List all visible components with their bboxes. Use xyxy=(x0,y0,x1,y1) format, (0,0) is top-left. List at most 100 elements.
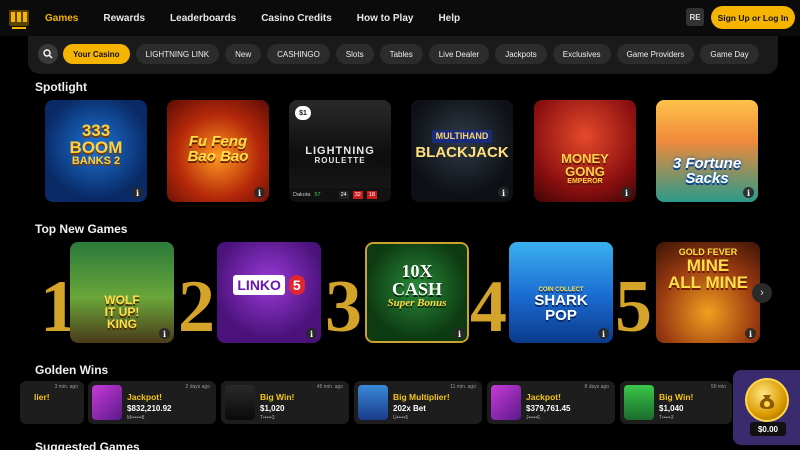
win-card[interactable]: 11 min. ago Big Multiplier! 202x Bet U••… xyxy=(354,381,482,424)
game-tile-3-fortune-sacks[interactable]: 3 Fortune Sacks i xyxy=(656,100,758,202)
win-title: Jackpot! xyxy=(526,392,561,402)
nav-casino-credits[interactable]: Casino Credits xyxy=(261,13,332,24)
game-tile-money-gong-emperor[interactable]: MONEY GONG EMPEROR i xyxy=(534,100,636,202)
nav-rewards[interactable]: Rewards xyxy=(103,13,145,24)
tile-text: LINKO xyxy=(233,275,285,295)
win-game-thumbnail xyxy=(358,385,388,420)
win-user: T•••••3 xyxy=(260,415,275,421)
win-time: 50 min xyxy=(710,384,726,390)
info-icon[interactable]: i xyxy=(598,328,609,339)
tile-text: BLACKJACK xyxy=(415,144,509,161)
win-title: Big Multiplier! xyxy=(393,392,450,402)
game-tile-10x-cash-super-bonus[interactable]: 10X CASH Super Bonus i xyxy=(365,242,469,343)
win-card[interactable]: 46 min. ago Big Win! $1,020 T•••••3 xyxy=(221,381,349,424)
tile-text: EMPEROR xyxy=(567,178,603,185)
tile-text: Fu Feng xyxy=(188,133,248,150)
tile-text: 10X xyxy=(401,261,433,281)
chip-game-day[interactable]: Game Day xyxy=(700,44,759,64)
win-time: 11 min. ago xyxy=(450,384,476,390)
win-game-thumbnail xyxy=(225,385,255,420)
chip-jackpots[interactable]: Jackpots xyxy=(495,44,547,64)
tile-text: CASH xyxy=(391,279,442,299)
info-icon[interactable]: i xyxy=(254,187,265,198)
live-info-strip: Dakota 57 24 32 18 xyxy=(289,188,391,202)
player-count: 57 xyxy=(314,192,321,198)
game-tile-333-boom-banks-2[interactable]: 333 BOOM BANKS 2 i xyxy=(45,100,147,202)
tile-text: MINE xyxy=(686,256,730,275)
result-number: 32 xyxy=(352,191,363,199)
tile-text: Super Bonus xyxy=(387,297,447,309)
game-tile-linko-5[interactable]: LINKO 5 i xyxy=(217,242,321,343)
chip-game-providers[interactable]: Game Providers xyxy=(616,44,695,64)
top-nav: Games Rewards Leaderboards Casino Credit… xyxy=(0,0,800,36)
search-button[interactable] xyxy=(38,44,58,64)
game-tile-multihand-blackjack[interactable]: MULTIHAND BLACKJACK i xyxy=(411,100,513,202)
win-card[interactable]: 8 days ago Jackpot! $379,761.45 J•••••6 xyxy=(487,381,615,424)
win-card[interactable]: 3 min. ago lier! xyxy=(20,381,84,424)
chip-cashingo[interactable]: CASHINGO xyxy=(267,44,330,64)
win-title: lier! xyxy=(34,392,50,402)
chip-your-casino[interactable]: Your Casino xyxy=(63,44,130,64)
tile-text: GONG xyxy=(565,164,605,179)
win-amount: $1,020 xyxy=(260,404,285,413)
info-icon[interactable]: i xyxy=(454,328,465,339)
tile-text: 333 xyxy=(81,121,111,140)
tile-text: Bao Bao xyxy=(187,148,249,165)
nav-leaderboards[interactable]: Leaderboards xyxy=(170,13,236,24)
tile-text: MULTIHAND xyxy=(431,130,493,143)
win-title: Big Win! xyxy=(659,392,694,402)
wallet-widget[interactable]: $0.00 xyxy=(733,370,800,445)
game-tile-wolf-it-up-king[interactable]: WOLF IT UP! KING i xyxy=(70,242,174,343)
tile-text: 3 Fortune xyxy=(672,155,742,172)
spotlight-title: Spotlight xyxy=(35,80,87,94)
golden-wins-title: Golden Wins xyxy=(35,363,109,377)
signup-login-button[interactable]: Sign Up or Log In xyxy=(711,6,795,29)
win-game-thumbnail xyxy=(491,385,521,420)
chip-live-dealer[interactable]: Live Dealer xyxy=(428,44,490,64)
tile-text: BANKS 2 xyxy=(71,155,121,167)
win-user: U•••••5 xyxy=(393,415,409,421)
win-user: J•••••6 xyxy=(526,415,541,421)
tile-text: ROULETTE xyxy=(314,156,366,165)
info-icon[interactable]: i xyxy=(621,187,632,198)
search-icon xyxy=(43,49,53,59)
chevron-right-icon: › xyxy=(760,287,764,299)
chip-exclusives[interactable]: Exclusives xyxy=(552,44,611,64)
chip-new[interactable]: New xyxy=(225,44,262,64)
carousel-next-button[interactable]: › xyxy=(752,283,772,303)
info-icon[interactable]: i xyxy=(306,328,317,339)
suggested-games-title: Suggested Games xyxy=(35,440,140,450)
win-time: 8 days ago xyxy=(584,384,609,390)
info-icon[interactable]: i xyxy=(498,187,509,198)
info-icon[interactable]: i xyxy=(132,187,143,198)
nav-how-to-play[interactable]: How to Play xyxy=(357,13,414,24)
win-time: 3 min. ago xyxy=(54,384,78,390)
info-icon[interactable]: i xyxy=(159,328,170,339)
coin-bag-icon xyxy=(745,378,789,422)
tile-text: KING xyxy=(107,317,137,331)
game-tile-lightning-roulette[interactable]: $1 LIGHTNING ROULETTE Dakota 57 24 32 18 xyxy=(289,100,391,202)
tile-text: BOOM xyxy=(69,138,123,157)
game-tile-gold-fever-mine-all-mine[interactable]: GOLD FEVER MINE ALL MINE i xyxy=(656,242,760,343)
win-card[interactable]: 2 days ago Jackpot! $832,210.92 M••••••8 xyxy=(88,381,216,424)
win-amount: $832,210.92 xyxy=(127,404,172,413)
top-new-games-title: Top New Games xyxy=(35,222,128,236)
chip-tables[interactable]: Tables xyxy=(379,44,423,64)
info-icon[interactable]: i xyxy=(745,328,756,339)
game-tile-fu-feng-bao-bao[interactable]: Fu Feng Bao Bao i xyxy=(167,100,269,202)
logo-icon[interactable] xyxy=(8,7,30,31)
tile-text: 5 xyxy=(288,275,305,295)
win-time: 46 min. ago xyxy=(316,384,343,390)
nav-games[interactable]: Games xyxy=(45,13,78,24)
tile-text: ALL MINE xyxy=(668,273,748,292)
result-number: 18 xyxy=(366,191,377,199)
game-tile-shark-pop[interactable]: COIN COLLECT SHARK POP i xyxy=(509,242,613,343)
chip-slots[interactable]: Slots xyxy=(335,44,374,64)
info-icon[interactable]: i xyxy=(743,187,754,198)
avatar[interactable]: RE xyxy=(686,8,704,26)
nav-help[interactable]: Help xyxy=(438,13,460,24)
chip-lightning-link[interactable]: LIGHTNING LINK xyxy=(135,44,220,64)
win-amount: $1,040 xyxy=(659,404,684,413)
win-card[interactable]: 50 min Big Win! $1,040 T•••••3 xyxy=(620,381,732,424)
dealer-name: Dakota xyxy=(293,192,311,198)
